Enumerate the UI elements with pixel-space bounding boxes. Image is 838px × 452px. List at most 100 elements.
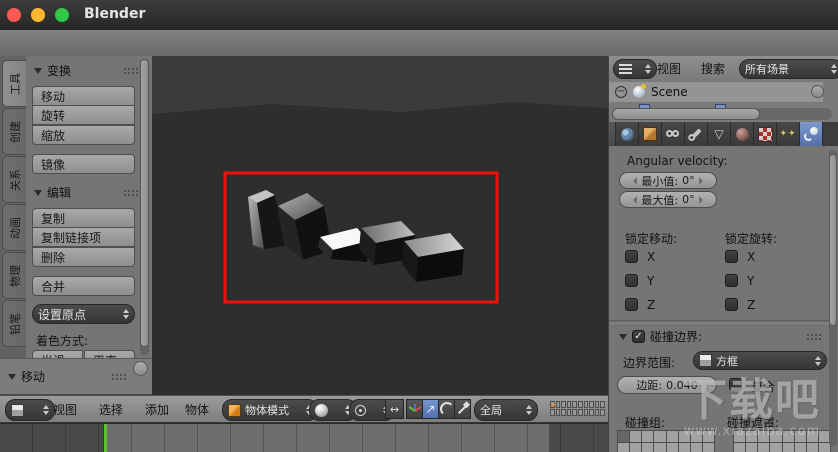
layer-cell[interactable] xyxy=(577,409,583,416)
tab-world-icon[interactable] xyxy=(616,122,639,146)
domino-5[interactable] xyxy=(402,233,464,282)
tab-physics-icon[interactable] xyxy=(800,122,823,146)
timeline[interactable] xyxy=(0,423,608,452)
button-rotate[interactable]: 旋转 xyxy=(32,105,135,125)
margin-slider[interactable]: 边距: 0.040 xyxy=(617,376,717,394)
tab-particles-icon[interactable]: ✦✦ xyxy=(777,122,800,146)
scrollbar-thumb[interactable] xyxy=(140,59,149,347)
layer-cell[interactable] xyxy=(583,409,589,416)
outliner-menu-view[interactable]: 视图 xyxy=(651,58,687,78)
menu-view[interactable]: 视图 xyxy=(48,399,82,419)
layer-cell[interactable] xyxy=(600,409,605,416)
panel-header-transform[interactable]: 变换 xyxy=(34,62,138,79)
current-frame-marker[interactable] xyxy=(103,424,107,452)
menu-object[interactable]: 物体 xyxy=(180,399,214,419)
scrollbar-thumb[interactable] xyxy=(829,154,837,326)
manipulate-centers-toggle[interactable]: ↔ xyxy=(385,399,404,419)
scrollbar-cap[interactable] xyxy=(133,361,148,376)
transform-orientation-dropdown[interactable]: 全局 xyxy=(474,399,538,421)
minimize-window-button[interactable] xyxy=(31,8,45,22)
lock-translation-z-checkbox[interactable] xyxy=(625,298,638,311)
button-mirror[interactable]: 镜像 xyxy=(32,154,135,174)
button-duplicate[interactable]: 复制 xyxy=(32,208,135,228)
button-scale[interactable]: 缩放 xyxy=(32,125,135,145)
collision-bounds-panel-header[interactable]: ✓ 碰撞边界: xyxy=(619,328,821,345)
tab-material-icon[interactable] xyxy=(731,122,754,146)
3d-viewport[interactable] xyxy=(152,56,608,395)
tool-shelf-scrollbar[interactable] xyxy=(140,59,149,355)
layer-cell[interactable] xyxy=(561,401,566,408)
manipulator-rotate-button[interactable] xyxy=(438,399,455,419)
panel-drag-grip-icon[interactable] xyxy=(123,67,138,74)
layer-cell[interactable] xyxy=(572,409,577,416)
shelf-tab-grease-pencil[interactable]: 铅笔 xyxy=(2,300,27,347)
layer-cell[interactable] xyxy=(583,401,589,408)
compound-checkbox[interactable] xyxy=(729,378,742,391)
panel-drag-grip-icon[interactable] xyxy=(111,373,126,380)
outliner-scene-row[interactable]: − Scene xyxy=(609,82,823,102)
set-origin-dropdown[interactable]: 设置原点 xyxy=(32,304,135,324)
layer-cell[interactable] xyxy=(566,401,572,408)
lock-translation-y-checkbox[interactable] xyxy=(625,274,638,287)
tab-render-icon[interactable] xyxy=(609,122,616,146)
collision-group-grid[interactable] xyxy=(617,430,715,452)
layer-cell[interactable] xyxy=(572,401,577,408)
collision-bounds-checkbox[interactable]: ✓ xyxy=(632,330,645,343)
outliner-hscrollbar[interactable] xyxy=(612,108,832,120)
outliner-filter-dropdown[interactable]: 所有场景 xyxy=(739,59,838,79)
bounds-dropdown[interactable]: 方框 xyxy=(693,351,827,370)
panel-drag-grip-icon[interactable] xyxy=(123,189,138,196)
shelf-tab-tools[interactable]: 工具 xyxy=(2,60,27,107)
tab-data-icon[interactable]: ▽ xyxy=(708,122,731,146)
collapse-icon[interactable]: − xyxy=(615,86,627,98)
tab-object-icon[interactable] xyxy=(639,122,662,146)
collision-group-cell[interactable] xyxy=(701,442,715,452)
close-window-button[interactable] xyxy=(7,8,21,22)
button-join[interactable]: 合并 xyxy=(32,276,135,296)
layers-widget[interactable] xyxy=(550,401,605,416)
maximize-window-button[interactable] xyxy=(55,8,69,22)
lock-rotation-x-checkbox[interactable] xyxy=(725,250,738,263)
scrollbar-thumb[interactable] xyxy=(612,108,760,120)
lock-translation-x-checkbox[interactable] xyxy=(625,250,638,263)
layer-cell[interactable] xyxy=(555,409,561,416)
layer-cell[interactable] xyxy=(589,401,594,408)
shelf-tab-physics[interactable]: 物理 xyxy=(2,252,27,299)
shelf-tab-create[interactable]: 创建 xyxy=(2,108,27,155)
layer-cell[interactable] xyxy=(600,401,605,408)
menu-add[interactable]: 添加 xyxy=(140,399,174,419)
layer-cell[interactable] xyxy=(589,409,594,416)
properties-scrollbar[interactable] xyxy=(829,150,837,446)
shelf-tab-relations[interactable]: 关系 xyxy=(2,156,27,203)
button-duplicate-linked[interactable]: 复制链接项 xyxy=(32,227,135,247)
mode-dropdown[interactable]: 物体模式 xyxy=(222,399,318,421)
outliner-restrict-toggle[interactable] xyxy=(811,85,824,98)
layer-cell[interactable] xyxy=(550,401,555,408)
manipulator-scale-button[interactable] xyxy=(454,399,471,419)
outliner-menu-search[interactable]: 搜索 xyxy=(695,58,731,78)
button-shade-flat[interactable]: 平直 xyxy=(84,350,135,358)
manipulator-translate-button[interactable]: ↗ xyxy=(422,399,439,419)
angular-velocity-min-slider[interactable]: 最小值: 0° xyxy=(619,172,717,189)
shelf-tab-animation[interactable]: 动画 xyxy=(2,204,27,251)
operator-panel-header[interactable]: 移动 xyxy=(8,368,126,385)
manipulator-axis-button[interactable] xyxy=(406,399,423,419)
button-translate[interactable]: 移动 xyxy=(32,86,135,106)
layer-cell[interactable] xyxy=(594,401,600,408)
layer-cell[interactable] xyxy=(566,409,572,416)
layer-cell[interactable] xyxy=(594,409,600,416)
angular-velocity-max-slider[interactable]: 最大值: 0° xyxy=(619,191,717,208)
lock-rotation-z-checkbox[interactable] xyxy=(725,298,738,311)
button-delete[interactable]: 删除 xyxy=(32,247,135,267)
tab-texture-icon[interactable] xyxy=(754,122,777,146)
panel-drag-grip-icon[interactable] xyxy=(806,333,821,340)
layer-cell[interactable] xyxy=(561,409,566,416)
lock-rotation-y-checkbox[interactable] xyxy=(725,274,738,287)
layer-cell[interactable] xyxy=(577,401,583,408)
layer-cell[interactable] xyxy=(550,409,555,416)
layer-cell[interactable] xyxy=(555,401,561,408)
button-shade-smooth[interactable]: 光滑 xyxy=(32,350,83,358)
menu-select[interactable]: 选择 xyxy=(94,399,128,419)
tab-constraints-icon[interactable] xyxy=(662,122,685,146)
tab-modifiers-icon[interactable] xyxy=(685,122,708,146)
